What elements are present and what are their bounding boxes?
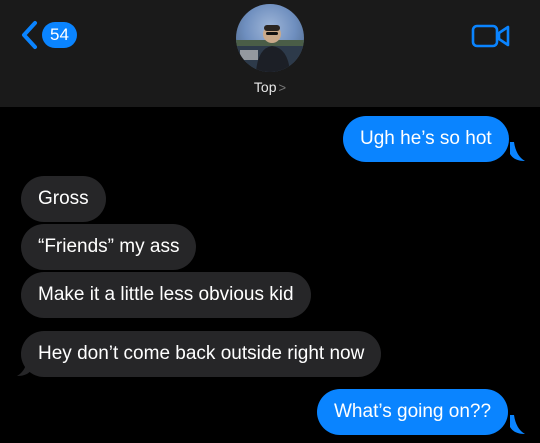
video-camera-icon[interactable] xyxy=(471,22,511,50)
message-text: Ugh he’s so hot xyxy=(360,128,492,149)
chevron-left-icon xyxy=(22,21,37,49)
back-button[interactable]: 54 xyxy=(20,20,77,50)
bubble-tail xyxy=(17,357,32,376)
message-text: Gross xyxy=(38,188,89,209)
incoming-message-bubble[interactable]: “Friends” my ass xyxy=(21,224,197,270)
incoming-message-bubble[interactable]: Make it a little less obvious kid xyxy=(21,272,311,318)
incoming-message-bubble[interactable]: Hey don’t come back outside right now xyxy=(21,331,382,377)
unread-count-badge: 54 xyxy=(42,22,77,48)
chevron-right-icon: > xyxy=(278,80,287,95)
contact-photo xyxy=(236,25,304,72)
message-text: “Friends” my ass xyxy=(38,236,180,257)
contact-avatar[interactable] xyxy=(236,4,304,72)
message-text: Make it a little less obvious kid xyxy=(38,284,294,305)
outgoing-message-bubble[interactable]: What’s going on?? xyxy=(317,389,509,435)
outgoing-message-bubble[interactable]: Ugh he’s so hot xyxy=(343,116,509,162)
incoming-message-bubble[interactable]: Gross xyxy=(21,176,106,222)
bubble-tail xyxy=(510,142,525,161)
message-text: Hey don’t come back outside right now xyxy=(38,343,365,364)
conversation-header: 54 Top > xyxy=(0,0,540,107)
message-text: What’s going on?? xyxy=(334,401,492,422)
contact-name: Top xyxy=(253,79,277,95)
bubble-tail xyxy=(510,415,525,434)
contact-name-button[interactable]: Top > xyxy=(0,79,540,95)
